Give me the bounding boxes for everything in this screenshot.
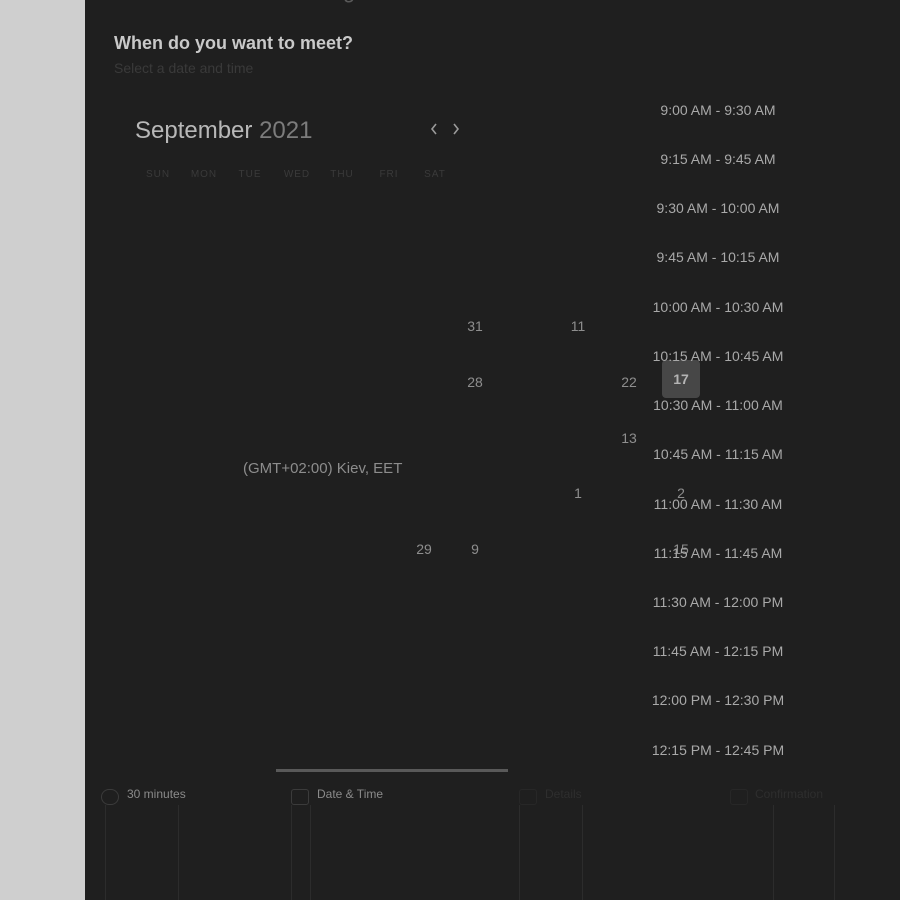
weekday-mon: MON bbox=[190, 169, 218, 180]
day-1[interactable]: 1 bbox=[559, 474, 597, 512]
step-column-duration bbox=[105, 805, 179, 900]
day-28[interactable]: 28 bbox=[456, 363, 494, 401]
time-slot[interactable]: 9:45 AM - 10:15 AM bbox=[645, 249, 791, 265]
time-slot[interactable]: 11:45 AM - 12:15 PM bbox=[645, 643, 791, 659]
step-confirmation-label: Confirmation bbox=[755, 787, 824, 801]
day-22[interactable]: 22 bbox=[610, 363, 648, 401]
day-31[interactable]: 31 bbox=[456, 307, 494, 345]
chevron-left-icon bbox=[429, 122, 439, 141]
user-icon bbox=[519, 789, 537, 805]
calendar-icon bbox=[291, 789, 309, 805]
left-gutter bbox=[0, 0, 85, 900]
day-17-selected[interactable]: 17 bbox=[662, 360, 700, 398]
day-29[interactable]: 29 bbox=[405, 530, 443, 568]
time-slot[interactable]: 11:15 AM - 11:45 AM bbox=[645, 545, 791, 561]
section-heading: When do you want to meet? bbox=[114, 33, 353, 53]
step-column-date-time bbox=[291, 805, 311, 900]
page-title: g bbox=[343, 0, 643, 3]
section-subheading: Select a date and time bbox=[114, 60, 254, 76]
step-column-details bbox=[519, 805, 583, 900]
time-slot[interactable]: 9:15 AM - 9:45 AM bbox=[645, 151, 791, 167]
weekday-sun: SUN bbox=[145, 169, 171, 180]
day-11[interactable]: 11 bbox=[559, 307, 597, 345]
check-icon bbox=[730, 789, 748, 805]
step-details-label: Details bbox=[545, 787, 582, 801]
clock-icon bbox=[101, 789, 119, 805]
weekday-fri: FRI bbox=[379, 169, 399, 180]
time-slot[interactable]: 10:00 AM - 10:30 AM bbox=[645, 299, 791, 315]
month-title: September 2021 bbox=[135, 117, 312, 145]
weekday-sat: SAT bbox=[424, 169, 446, 180]
weekday-wed: WED bbox=[283, 169, 311, 180]
month-label: September bbox=[135, 117, 253, 144]
day-9[interactable]: 9 bbox=[456, 530, 494, 568]
time-slot[interactable]: 10:45 AM - 11:15 AM bbox=[645, 446, 791, 462]
time-slot[interactable]: 9:30 AM - 10:00 AM bbox=[645, 200, 791, 216]
time-slot[interactable]: 10:15 AM - 10:45 AM bbox=[645, 348, 791, 364]
time-slot[interactable]: 11:00 AM - 11:30 AM bbox=[645, 496, 791, 512]
next-month-button[interactable] bbox=[447, 117, 465, 145]
scheduler-panel: g When do you want to meet? Select a dat… bbox=[85, 0, 900, 900]
step-duration-label: 30 minutes bbox=[127, 787, 186, 801]
day-13[interactable]: 13 bbox=[610, 419, 648, 457]
weekday-tue: TUE bbox=[238, 169, 262, 180]
timezone-select[interactable]: (GMT+02:00) Kiev, EET bbox=[243, 460, 402, 477]
time-slot[interactable]: 12:15 PM - 12:45 PM bbox=[645, 742, 791, 758]
weekday-thu: THU bbox=[330, 169, 354, 180]
step-date-time-label: Date & Time bbox=[317, 787, 384, 801]
previous-month-button[interactable] bbox=[425, 117, 443, 145]
time-slot[interactable]: 11:30 AM - 12:00 PM bbox=[645, 594, 791, 610]
step-progress-bar bbox=[276, 769, 508, 772]
year-label: 2021 bbox=[259, 117, 313, 144]
time-slot[interactable]: 9:00 AM - 9:30 AM bbox=[645, 102, 791, 118]
time-slot[interactable]: 12:00 PM - 12:30 PM bbox=[645, 692, 791, 708]
chevron-right-icon bbox=[451, 122, 461, 141]
step-column-confirmation bbox=[773, 805, 835, 900]
time-slot[interactable]: 10:30 AM - 11:00 AM bbox=[645, 397, 791, 413]
